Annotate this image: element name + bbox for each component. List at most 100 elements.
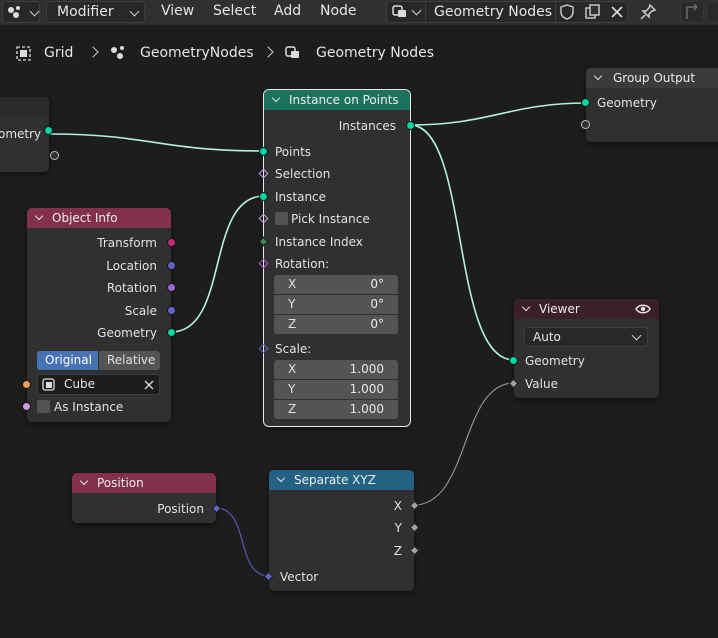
collapse-chevron-icon[interactable] [593,71,603,81]
location-output-socket[interactable] [167,261,176,270]
object-info-node[interactable]: Object Info Transform Location Rotation … [22,208,176,422]
instances-output-socket[interactable] [406,121,415,130]
editor-subtype-label: Modifier [57,4,114,20]
separate-xyz-node[interactable]: Separate XYZ X Y Z Vector [263,470,420,591]
transform-output-socket[interactable] [167,238,176,247]
scale-y-field[interactable]: Y 1.000 [274,380,398,399]
scale-z-value: 1.000 [349,402,384,416]
viewer-header[interactable]: Viewer [514,299,659,319]
position-header[interactable]: Position [72,473,216,493]
collapse-chevron-icon[interactable] [521,302,531,312]
node-tree-name[interactable]: Geometry Nodes [434,4,552,20]
vector-input-socket[interactable] [263,571,274,582]
rotation-z-field[interactable]: Z 0° [274,315,398,334]
object-field[interactable]: Cube [37,374,160,395]
rotation-input-socket[interactable] [258,258,269,269]
separate-y-socket[interactable] [409,522,420,533]
link-x-to-value [413,382,515,506]
breadcrumb-node-tree: Geometry Nodes [316,45,435,61]
rotation-output-socket[interactable] [167,283,176,292]
partial-node-geometry-label: ometry [0,127,42,141]
clear-x-icon[interactable] [143,379,155,391]
object-info-header[interactable]: Object Info [27,208,171,228]
menu-view[interactable]: View [161,3,194,19]
node-editor-header: Modifier View Select Add Node Geometry N… [0,0,718,25]
rotation-z-value: 0° [370,317,384,331]
instance-input-socket[interactable] [259,192,268,201]
viewer-domain-dropdown[interactable]: Auto [524,327,648,347]
rotation-x-field[interactable]: X 0° [274,275,398,294]
position-node[interactable]: Position Position [72,473,222,523]
header-edge-button[interactable] [706,1,718,23]
scale-x-value: 1.000 [349,362,384,376]
modifier-icon [111,46,124,59]
selection-input-socket[interactable] [258,168,269,179]
group-output-geometry-socket[interactable] [581,98,590,107]
breadcrumb-object: Grid [44,45,74,61]
scale-output-socket[interactable] [167,306,176,315]
chevron-down-icon [631,330,642,341]
rotation-x-axis: X [288,277,297,291]
scale-y-value: 1.000 [349,382,384,396]
viewer-geometry-input-socket[interactable] [509,356,518,365]
editor-type-button[interactable] [2,1,40,23]
node-tree-icon [285,46,299,58]
scale-z-field[interactable]: Z 1.000 [274,400,398,419]
menu-select[interactable]: Select [213,3,256,19]
node-tree-selector[interactable]: Geometry Nodes [386,1,628,23]
collapse-chevron-icon[interactable] [276,473,286,483]
node-tree-icon [392,5,406,17]
scale-x-axis: X [288,362,297,376]
rotation-y-field[interactable]: Y 0° [274,295,398,314]
scale-x-field[interactable]: X 1.000 [274,360,398,379]
editor-subtype-dropdown[interactable]: Modifier [46,1,145,23]
duplicate-icon[interactable] [583,3,601,21]
menu-add[interactable]: Add [274,3,301,19]
separate-z-socket[interactable] [409,545,420,556]
menu-node[interactable]: Node [320,3,357,19]
object-info-title: Object Info [52,211,118,225]
link-instances-to-viewer [409,124,515,361]
partial-offscreen-node[interactable]: ometry [0,97,59,172]
separate-xyz-header[interactable]: Separate XYZ [269,470,414,490]
position-output-socket[interactable] [211,503,222,514]
group-output-empty-socket[interactable] [581,120,590,129]
instance-index-input-socket[interactable] [258,236,269,247]
group-output-header[interactable]: Group Output [586,68,718,88]
parent-node-tree-button[interactable] [680,1,704,23]
viewer-value-label: Value [525,377,558,391]
pick-instance-input-socket[interactable] [258,213,269,224]
arrow-up-icon [686,3,698,19]
pick-instance-checkbox[interactable] [275,212,288,225]
mode-original-button[interactable]: Original [37,351,98,370]
as-instance-checkbox[interactable] [37,400,50,413]
instance-on-points-header[interactable]: Instance on Points [264,90,410,110]
collapse-chevron-icon[interactable] [271,93,281,103]
object-input-socket[interactable] [22,380,31,389]
scale-input-label: Scale: [275,342,312,356]
pin-icon[interactable] [638,2,658,22]
eye-icon[interactable] [635,303,651,315]
partial-node-empty-socket[interactable] [50,151,59,160]
mode-relative-button[interactable]: Relative [99,351,160,370]
points-input-socket[interactable] [259,147,268,156]
viewer-value-input-socket[interactable] [508,378,519,389]
vector-input-label: Vector [280,570,319,584]
fake-user-shield-icon[interactable] [558,3,576,21]
as-instance-input-socket[interactable] [22,402,31,411]
scale-input-socket[interactable] [258,343,269,354]
group-output-node[interactable]: Group Output Geometry [581,68,718,142]
points-input-label: Points [275,145,312,159]
as-instance-label: As Instance [54,400,124,414]
browse-node-tree-button[interactable] [387,2,426,22]
breadcrumb-modifier: GeometryNodes [140,45,254,61]
collapse-chevron-icon[interactable] [34,211,44,221]
separate-x-socket[interactable] [409,500,420,511]
geometry-output-socket[interactable] [167,328,176,337]
unlink-close-icon[interactable] [608,3,626,21]
link-instances-to-group-output [409,102,587,126]
collapse-chevron-icon[interactable] [79,476,89,486]
instance-on-points-node[interactable]: Instance on Points Instances Points Sele… [258,89,415,427]
viewer-node[interactable]: Viewer Auto Geometry Value [508,299,659,398]
partial-node-geometry-socket[interactable] [44,126,53,135]
